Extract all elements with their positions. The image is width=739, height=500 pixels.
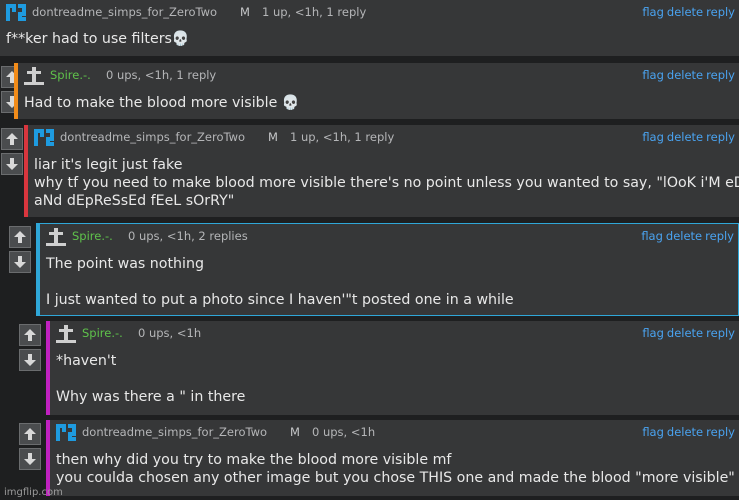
grave-cross-icon[interactable] (46, 228, 66, 249)
comment-body: Spire.-. 0 ups, <1h, 2 replies flag delete r… (36, 223, 739, 316)
comment-text-line: I just wanted to put a photo since I hav… (46, 292, 514, 308)
comment-stats: 0 ups, <1h (312, 425, 376, 439)
comment-meta: Spire.-. 0 ups, <1h flag delete reply (50, 321, 739, 345)
comment: Spire.-. 0 ups, <1h flag delete reply *haven'… (18, 321, 739, 415)
comment-meta: dontreadme_simps_for_ZeroTwo M 0 ups, <1h f… (50, 420, 739, 444)
mod-badge: M (268, 130, 278, 144)
downvote-button[interactable] (9, 251, 31, 273)
username-link[interactable]: Spire.-. (72, 229, 113, 243)
comment-text-line: f**ker had to use filters💀 (6, 31, 190, 47)
comment-text-line: aNd dEpReSsEd fEeL sOrRY" (34, 193, 235, 209)
comment-meta: dontreadme_simps_for_ZeroTwo M 1 up, <1h, … (28, 125, 739, 149)
comment-actions: flag delete reply (638, 229, 734, 243)
reply-link[interactable]: reply (706, 5, 735, 19)
username-link[interactable]: dontreadme_simps_for_ZeroTwo (32, 5, 217, 19)
username-link[interactable]: Spire.-. (50, 68, 91, 82)
comment: dontreadme_simps_for_ZeroTwo M 1 up, <1h, … (0, 125, 739, 217)
reply-link[interactable]: reply (706, 68, 735, 82)
comment-body: Spire.-. 0 ups, <1h flag delete reply *haven'… (46, 321, 739, 415)
downvote-button[interactable] (19, 448, 41, 470)
flag-link[interactable]: flag (642, 130, 664, 144)
comment: Spire.-. 0 ups, <1h, 1 reply flag delete rep… (0, 63, 739, 119)
comment: dontreadme_simps_for_ZeroTwo M 0 ups, <1h f… (18, 420, 739, 496)
comment-body: Spire.-. 0 ups, <1h, 1 reply flag delete rep… (14, 63, 739, 119)
flag-link[interactable]: flag (642, 326, 664, 340)
comment: Spire.-. 0 ups, <1h, 2 replies flag delete r… (8, 223, 739, 316)
comment-actions: flag delete reply (639, 326, 735, 340)
upvote-button[interactable] (19, 324, 41, 346)
delete-link[interactable]: delete (667, 326, 703, 340)
delete-link[interactable]: delete (666, 229, 702, 243)
comment-stats: 1 up, <1h, 1 reply (290, 130, 395, 144)
comment: dontreadme_simps_for_ZeroTwo M 1 up, <1h, … (0, 0, 739, 56)
comment-stats: 1 up, <1h, 1 reply (262, 5, 367, 19)
comment-meta: Spire.-. 0 ups, <1h, 1 reply flag delete rep… (18, 63, 739, 87)
comment-text-line: you coulda chosen any other image but yo… (56, 470, 735, 486)
comment-text-line: why tf you need to make blood more visib… (34, 175, 739, 191)
comment-text-line: Why was there a " in there (56, 389, 246, 405)
upvote-button[interactable] (9, 226, 31, 248)
comment-actions: flag delete reply (639, 130, 735, 144)
comment-body: dontreadme_simps_for_ZeroTwo M 0 ups, <1h f… (46, 420, 739, 496)
username-link[interactable]: dontreadme_simps_for_ZeroTwo (60, 130, 245, 144)
flag-link[interactable]: flag (641, 229, 663, 243)
comment-meta: dontreadme_simps_for_ZeroTwo M 1 up, <1h, … (0, 0, 739, 24)
comment-actions: flag delete reply (639, 5, 735, 19)
upvote-button[interactable] (19, 423, 41, 445)
reply-link[interactable]: reply (706, 130, 735, 144)
flag-link[interactable]: flag (642, 425, 664, 439)
comment-stats: 0 ups, <1h, 1 reply (106, 68, 217, 82)
comment-stats: 0 ups, <1h (138, 326, 202, 340)
comment-text-line: liar it's legit just fake (34, 157, 183, 173)
mod-badge: M (240, 5, 250, 19)
comment-actions: flag delete reply (639, 425, 735, 439)
downvote-button[interactable] (1, 153, 23, 175)
comment-body: dontreadme_simps_for_ZeroTwo M 1 up, <1h, … (0, 0, 739, 56)
pixel-avatar-icon[interactable] (6, 4, 26, 24)
username-link[interactable]: dontreadme_simps_for_ZeroTwo (82, 425, 267, 439)
reply-link[interactable]: reply (706, 425, 735, 439)
pixel-avatar-icon[interactable] (34, 129, 54, 149)
comment-text-line: The point was nothing (46, 256, 204, 272)
comment-meta: Spire.-. 0 ups, <1h, 2 replies flag delete r… (40, 224, 738, 248)
delete-link[interactable]: delete (667, 130, 703, 144)
flag-link[interactable]: flag (642, 68, 664, 82)
comment-text-line: *haven't (56, 353, 117, 369)
comment-stats: 0 ups, <1h, 2 replies (128, 229, 248, 243)
delete-link[interactable]: delete (667, 425, 703, 439)
upvote-button[interactable] (1, 128, 23, 150)
comment-actions: flag delete reply (639, 68, 735, 82)
grave-cross-icon[interactable] (24, 67, 44, 88)
comment-body: dontreadme_simps_for_ZeroTwo M 1 up, <1h, … (24, 125, 739, 217)
reply-link[interactable]: reply (706, 326, 735, 340)
delete-link[interactable]: delete (667, 68, 703, 82)
comment-text-line: then why did you try to make the blood m… (56, 452, 452, 468)
mod-badge: M (290, 425, 300, 439)
username-link[interactable]: Spire.-. (82, 326, 123, 340)
delete-link[interactable]: delete (667, 5, 703, 19)
pixel-avatar-icon[interactable] (56, 424, 76, 444)
reply-link[interactable]: reply (705, 229, 734, 243)
downvote-button[interactable] (19, 349, 41, 371)
grave-cross-icon[interactable] (56, 325, 76, 346)
flag-link[interactable]: flag (642, 5, 664, 19)
comment-text-line: Had to make the blood more visible 💀 (24, 95, 300, 111)
watermark: imgflip.com (4, 487, 63, 498)
